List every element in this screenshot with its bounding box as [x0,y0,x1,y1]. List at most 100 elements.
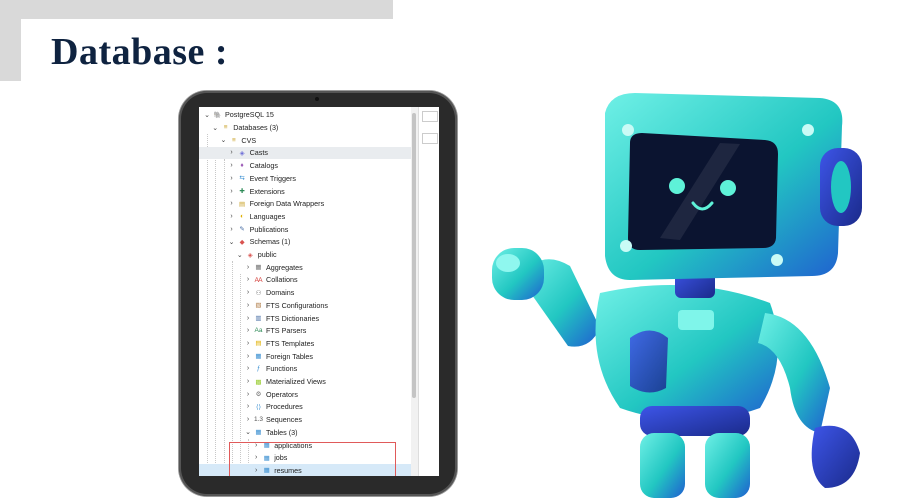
slide-side-bar [0,19,21,81]
tree-item[interactable]: › ▩ Materialized Views [199,375,411,388]
schema-public-icon: ◈ [247,251,253,259]
chevron-right-icon[interactable]: › [244,264,252,271]
languages-icon: ◐ [240,212,245,220]
tree-item-label: Foreign Tables [266,351,314,361]
tree-item[interactable]: › ▦ Aggregates [199,261,411,274]
tree-item[interactable]: › ▧ FTS Configurations [199,299,411,312]
chevron-down-icon[interactable]: ⌄ [236,251,244,259]
chevron-down-icon[interactable]: ⌄ [244,428,252,436]
chevron-right-icon[interactable]: › [244,276,252,283]
tree-item[interactable]: › ▤ FTS Templates [199,337,411,350]
tablet-camera [315,97,319,101]
tree-item[interactable]: ⌄ ◆ Schemas (1) [199,236,411,249]
tree-item-label: Casts [249,148,268,158]
right-panel-button[interactable] [422,111,438,122]
fts-parsers-icon: Aa [254,327,263,335]
robot-eye-right [720,180,736,196]
chevron-right-icon[interactable]: › [244,315,252,322]
tree-item-label: Operators [266,389,298,399]
tree-scrollbar[interactable] [411,107,418,476]
tables-icon: ▦ [255,429,262,437]
tree-item-label: FTS Configurations [266,300,328,310]
chevron-right-icon[interactable]: › [228,175,236,182]
tree-scroll-thumb[interactable] [412,113,416,398]
tree-item[interactable]: › ◈ Casts [199,146,411,160]
right-panel [418,107,439,476]
chevron-right-icon[interactable]: › [228,162,236,169]
chevron-right-icon[interactable]: › [244,327,252,334]
tree-item[interactable]: › ✚ Extensions [199,185,411,198]
robot-leg-left [640,433,685,498]
tree-item-label: Sequences [266,415,302,425]
casts-icon: ◈ [239,149,245,157]
tree-item[interactable]: › ⚙ Operators [199,388,411,401]
tree-item[interactable]: ⌄ ≡ Databases (3) [199,121,411,134]
chevron-right-icon[interactable]: › [228,200,236,207]
tree-item[interactable]: › ⟨⟩ Procedures [199,401,411,414]
foreign-tables-icon: ▦ [255,353,262,361]
robot-torso [595,285,778,421]
publications-icon: ✎ [239,226,245,234]
tree-item[interactable]: › Ꜳ Collations [199,274,411,287]
fdw-icon: ▤ [239,200,246,208]
slide-title: Database : [51,31,229,73]
tree-item[interactable]: › ♦ Catalogs [199,159,411,172]
extensions-icon: ✚ [239,188,245,196]
tree-item[interactable]: › ƒ Functions [199,363,411,376]
tree-item[interactable]: ⌄ ≡ CVS [199,134,411,147]
tree-item[interactable]: › 1.3 Sequences [199,413,411,426]
tree-item-label: FTS Parsers [266,326,307,336]
tree-item[interactable]: › ◐ Languages [199,210,411,223]
tree-item[interactable]: › ▦ Foreign Tables [199,350,411,363]
chevron-down-icon[interactable]: ⌄ [228,238,236,246]
tree-item-label: Collations [266,275,298,285]
tree-item[interactable]: › ▥ FTS Dictionaries [199,312,411,325]
robot-illustration [492,93,862,498]
chevron-right-icon[interactable]: › [244,378,252,385]
databases-icon: ≡ [223,124,228,132]
tree-item-label: Schemas (1) [249,237,291,247]
robot-leg-right [705,433,750,498]
tree-item[interactable]: › ▤ Foreign Data Wrappers [199,197,411,210]
robot-eye-left [669,178,685,194]
chevron-right-icon[interactable]: › [244,353,252,360]
tables-highlight-box [229,442,396,476]
chevron-down-icon[interactable]: ⌄ [219,136,227,144]
tree-item[interactable]: › ⇆ Event Triggers [199,172,411,185]
tree-item-label: Domains [266,288,295,298]
chevron-right-icon[interactable]: › [244,391,252,398]
chevron-right-icon[interactable]: › [244,289,252,296]
chevron-right-icon[interactable]: › [244,365,252,372]
chevron-right-icon[interactable]: › [244,403,252,410]
chevron-right-icon[interactable]: › [228,188,236,195]
tree-item[interactable]: ⌄ ◈ public [199,248,411,261]
tree-item-label: Materialized Views [266,377,326,387]
functions-icon: ƒ [256,365,261,373]
chevron-down-icon[interactable]: ⌄ [203,111,211,119]
tree-item[interactable]: › ✎ Publications [199,223,411,236]
tree-item[interactable]: › ⚇ Domains [199,286,411,299]
tree-item-label: PostgreSQL 15 [225,110,274,120]
robot-chest-plate [678,310,714,330]
chevron-down-icon[interactable]: ⌄ [211,124,219,132]
tree-item-label: Foreign Data Wrappers [249,199,325,209]
chevron-right-icon[interactable]: › [228,226,236,233]
chevron-right-icon[interactable]: › [244,416,252,423]
slide-top-bar [0,0,393,19]
schemas-icon: ◆ [239,238,245,246]
tree-item-label: Extensions [249,186,285,196]
tree-item-label: CVS [241,135,257,145]
tree-item[interactable]: › Aa FTS Parsers [199,324,411,337]
tree-item[interactable]: ⌄ ▦ Tables (3) [199,426,411,439]
tree-item-label: Languages [249,211,286,221]
chevron-right-icon[interactable]: › [244,340,252,347]
tree-item-label: Functions [266,364,298,374]
tree-item-label: Databases (3) [233,123,279,133]
tree-item-label: Publications [249,224,289,234]
chevron-right-icon[interactable]: › [228,213,236,220]
elephant-icon: 🐘 [213,111,222,119]
right-panel-checkbox[interactable] [422,133,438,144]
chevron-right-icon[interactable]: › [228,149,236,156]
tree-item[interactable]: ⌄ 🐘 PostgreSQL 15 [199,109,411,122]
chevron-right-icon[interactable]: › [244,302,252,309]
